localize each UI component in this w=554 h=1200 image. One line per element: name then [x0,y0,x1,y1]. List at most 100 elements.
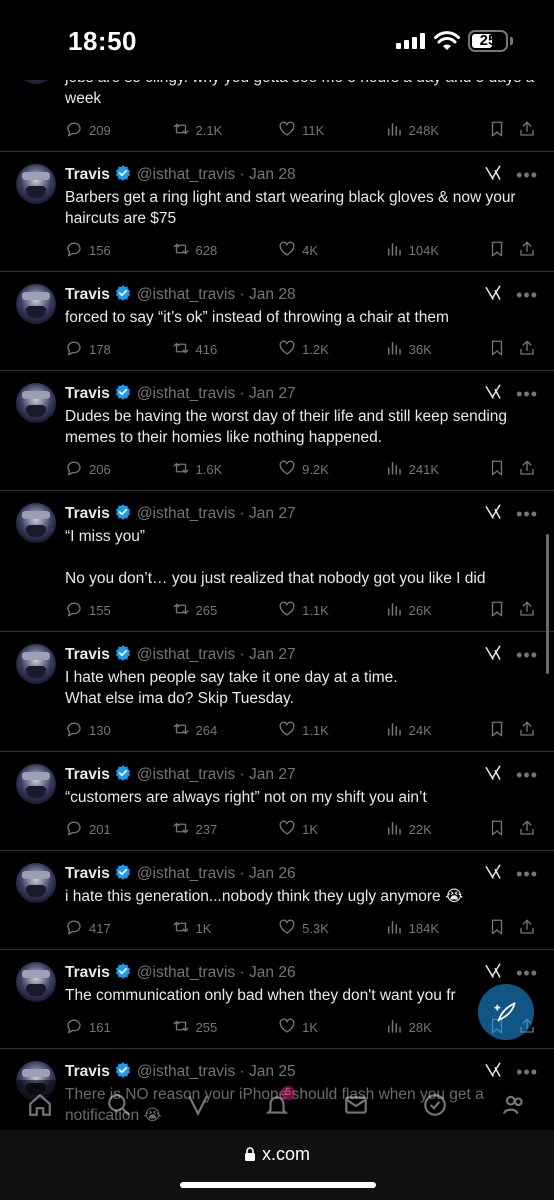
retweet-button[interactable]: 264 [172,720,279,741]
avatar[interactable] [16,764,56,804]
like-button[interactable]: 11K [278,120,385,141]
tweet-text[interactable]: “customers are always right” not on my s… [65,787,538,808]
share-button[interactable] [518,459,538,480]
more-options-icon[interactable]: ••• [516,286,538,304]
retweet-button[interactable]: 2.1K [172,120,279,141]
views-button[interactable]: 22K [385,819,489,840]
grok-icon[interactable] [484,863,502,886]
reply-button[interactable]: 156 [65,240,172,261]
views-button[interactable]: 241K [385,459,489,480]
tweet[interactable]: Travis @isthat_travis · Jan 27 ••• “cust… [0,752,554,851]
author-name[interactable]: Travis [65,1063,110,1081]
home-indicator[interactable] [180,1182,376,1188]
author-name[interactable]: Travis [65,505,110,523]
author-name[interactable]: Travis [65,286,110,304]
like-button[interactable]: 1.1K [278,720,385,741]
more-options-icon[interactable]: ••• [516,646,538,664]
avatar[interactable] [16,383,56,423]
more-options-icon[interactable]: ••• [516,505,538,523]
tweet[interactable]: Travis @isthat_travis · Jan 27 ••• “I mi… [0,491,554,632]
bookmark-button[interactable] [488,240,518,261]
reply-button[interactable]: 178 [65,339,172,360]
more-options-icon[interactable]: ••• [516,385,538,403]
tweet-date[interactable]: Jan 28 [249,286,296,304]
tweet[interactable]: Travis @isthat_travis · Jan 28 ••• force… [0,272,554,371]
retweet-button[interactable]: 416 [172,339,279,360]
more-options-icon[interactable]: ••• [516,865,538,883]
reply-button[interactable]: 417 [65,918,172,939]
grok-icon[interactable] [484,962,502,985]
author-handle[interactable]: @isthat_travis [137,865,235,883]
bookmark-button[interactable] [488,720,518,741]
scrollbar[interactable] [546,534,549,674]
grok-icon[interactable] [484,284,502,307]
like-button[interactable]: 5.3K [278,918,385,939]
reply-button[interactable]: 201 [65,819,172,840]
reply-button[interactable]: 206 [65,459,172,480]
url-display[interactable]: x.com [0,1144,554,1165]
bookmark-button[interactable] [488,339,518,360]
nav-notifications[interactable]: 5 [257,1086,297,1120]
tweet[interactable]: Travis @isthat_travis · Jan 27 ••• Dudes… [0,371,554,491]
share-button[interactable] [518,600,538,621]
tweet-date[interactable]: Jan 27 [249,766,296,784]
tweet[interactable]: Travis @isthat_travis · Jan 27 ••• I hat… [0,632,554,752]
nav-grok[interactable] [178,1090,218,1120]
grok-icon[interactable] [484,383,502,406]
tweet-date[interactable]: Jan 25 [249,1063,296,1081]
grok-icon[interactable] [484,164,502,187]
like-button[interactable]: 1K [278,1017,385,1038]
browser-address-bar[interactable]: x.com [0,1130,554,1200]
tweet-text[interactable]: Dudes be having the worst day of their l… [65,406,538,448]
views-button[interactable]: 28K [385,1017,489,1038]
share-button[interactable] [518,240,538,261]
author-name[interactable]: Travis [65,964,110,982]
share-button[interactable] [518,120,538,141]
tweet-date[interactable]: Jan 28 [249,166,296,184]
author-name[interactable]: Travis [65,865,110,883]
retweet-button[interactable]: 265 [172,600,279,621]
timeline-feed[interactable]: Travis @isthat_travis · Jan 28 ••• jobs … [0,58,554,1130]
tweet-date[interactable]: Jan 26 [249,964,296,982]
grok-icon[interactable] [484,644,502,667]
reply-button[interactable]: 161 [65,1017,172,1038]
retweet-button[interactable]: 628 [172,240,279,261]
views-button[interactable]: 36K [385,339,489,360]
more-options-icon[interactable]: ••• [516,1063,538,1081]
nav-verified[interactable] [415,1090,455,1120]
like-button[interactable]: 1.1K [278,600,385,621]
tweet[interactable]: Travis @isthat_travis · Jan 26 ••• The c… [0,950,554,1049]
author-handle[interactable]: @isthat_travis [137,646,235,664]
views-button[interactable]: 104K [385,240,489,261]
retweet-button[interactable]: 1K [172,918,279,939]
compose-post-button[interactable] [478,984,534,1040]
more-options-icon[interactable]: ••• [516,166,538,184]
views-button[interactable]: 26K [385,600,489,621]
tweet-text[interactable]: I hate when people say take it one day a… [65,667,538,709]
avatar[interactable] [16,644,56,684]
views-button[interactable]: 184K [385,918,489,939]
nav-home[interactable] [20,1090,60,1120]
tweet-text[interactable]: “I miss you” No you don’t… you just real… [65,526,538,589]
avatar[interactable] [16,863,56,903]
like-button[interactable]: 1.2K [278,339,385,360]
tweet-date[interactable]: Jan 27 [249,385,296,403]
grok-icon[interactable] [484,503,502,526]
like-button[interactable]: 1K [278,819,385,840]
retweet-button[interactable]: 237 [172,819,279,840]
like-button[interactable]: 4K [278,240,385,261]
author-name[interactable]: Travis [65,166,110,184]
tweet[interactable]: Travis @isthat_travis · Jan 26 ••• i hat… [0,851,554,950]
bookmark-button[interactable] [488,120,518,141]
tweet-text[interactable]: The communication only bad when they don… [65,985,538,1006]
share-button[interactable] [518,819,538,840]
views-button[interactable]: 24K [385,720,489,741]
tweet-date[interactable]: Jan 27 [249,646,296,664]
author-handle[interactable]: @isthat_travis [137,286,235,304]
views-button[interactable]: 248K [385,120,489,141]
author-name[interactable]: Travis [65,385,110,403]
tweet-text[interactable]: Barbers get a ring light and start weari… [65,187,538,229]
avatar[interactable] [16,962,56,1002]
retweet-button[interactable]: 255 [172,1017,279,1038]
author-handle[interactable]: @isthat_travis [137,1063,235,1081]
